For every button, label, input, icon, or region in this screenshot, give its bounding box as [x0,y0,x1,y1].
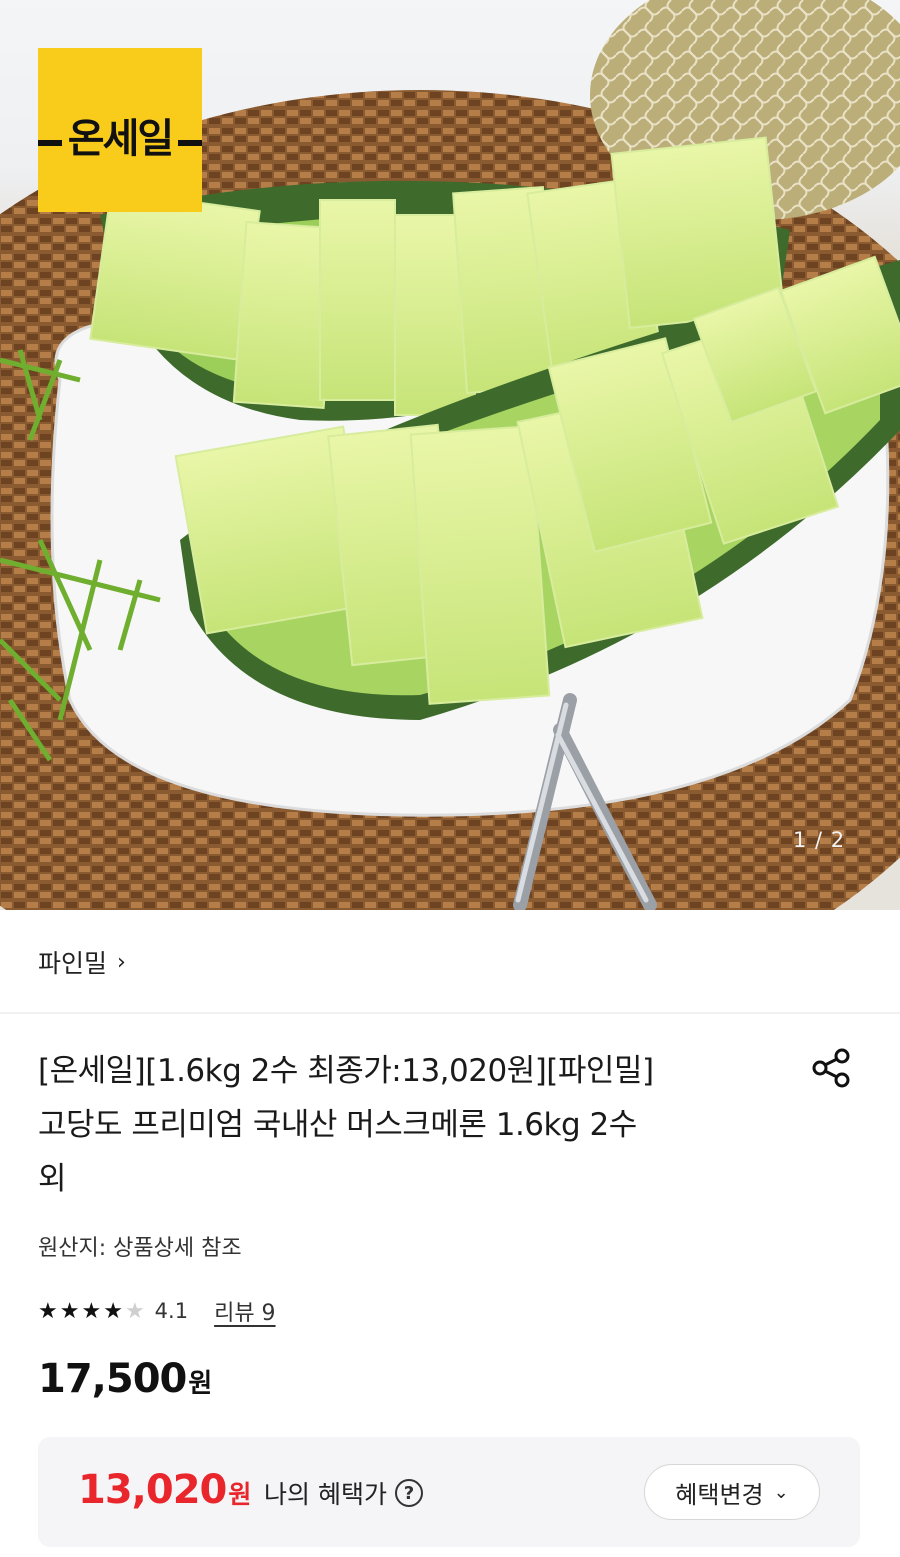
star-icon: ★ [81,1298,102,1324]
rating-score: 4.1 [154,1299,189,1323]
brand-logo-text: 온세일 [61,106,179,164]
original-price: 17,500 원 [38,1356,212,1402]
chevron-down-icon: ⌄ [773,1481,789,1503]
benefit-label-group: 나의 혜택가 ? [264,1475,423,1511]
chevron-right-icon: › [117,949,126,975]
benefit-price-unit: 원 [228,1480,252,1509]
product-title-line: [온세일][1.6kg 2수 최종가:13,020원][파인밀] [38,1053,654,1089]
price-unit: 원 [188,1369,213,1399]
review-link[interactable]: 리뷰 9 [214,1295,275,1327]
star-icon: ★ [59,1298,80,1324]
benefit-price-box: 13,020 원 나의 혜택가 ? 혜택변경 ⌄ [38,1437,860,1547]
product-title-line: 외 [38,1161,67,1197]
benefit-price: 13,020 원 [78,1467,251,1513]
seller-name: 파인밀 [38,949,108,978]
section-divider [0,1012,900,1014]
star-rating: ★ ★ ★ ★ ★ [38,1299,145,1324]
change-benefit-label: 혜택변경 [675,1480,764,1509]
share-button[interactable] [808,1046,856,1090]
change-benefit-button[interactable]: 혜택변경 ⌄ [644,1464,820,1520]
price-amount: 17,500 [38,1356,187,1402]
product-image[interactable]: 온세일 1 / 2 [0,0,900,910]
benefit-price-amount: 13,020 [78,1467,227,1513]
star-icon: ★ [124,1298,145,1324]
benefit-label: 나의 혜택가 [264,1480,387,1509]
product-title-line: 고당도 프리미엄 국내산 머스크메론 1.6kg 2수 [38,1107,637,1143]
origin-info: 원산지: 상품상세 참조 [38,1236,242,1261]
share-icon [812,1048,850,1088]
image-counter: 1 / 2 [793,828,846,852]
brand-logo-badge: 온세일 [38,48,202,212]
seller-link[interactable]: 파인밀 › [38,944,126,980]
help-icon[interactable]: ? [394,1479,423,1507]
rating-row: ★ ★ ★ ★ ★ 4.1 리뷰 9 [38,1295,276,1327]
star-icon: ★ [103,1298,123,1324]
star-icon: ★ [38,1298,58,1324]
product-title: [온세일][1.6kg 2수 최종가:13,020원][파인밀] 고당도 프리미… [38,1044,758,1206]
